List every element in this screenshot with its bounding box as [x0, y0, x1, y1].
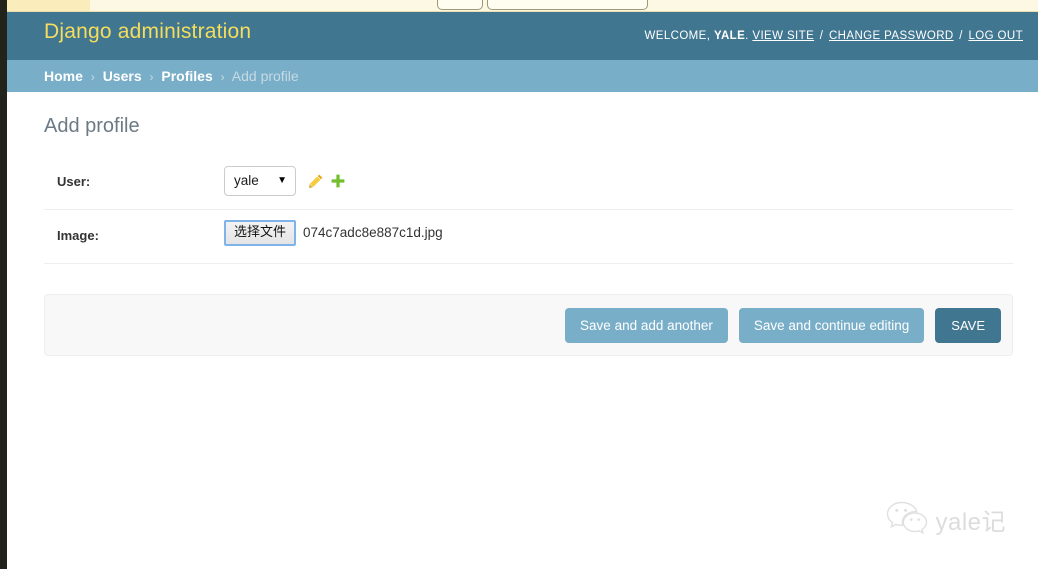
- breadcrumb-item-home[interactable]: Home: [44, 68, 83, 84]
- content-area: Add profile User: yale ▼ Image: 选择文件 074…: [7, 92, 1038, 569]
- user-tools-separator-1: /: [819, 30, 824, 42]
- view-site-link[interactable]: VIEW SITE: [752, 30, 814, 42]
- site-name[interactable]: Django administration: [44, 20, 251, 44]
- add-profile-form: User: yale ▼ Image: 选择文件 074c7adc8e887c1…: [44, 156, 1013, 264]
- related-widget-wrapper: [308, 173, 352, 189]
- welcome-prefix: WELCOME,: [644, 30, 711, 42]
- save-and-add-another-button[interactable]: Save and add another: [565, 308, 728, 343]
- breadcrumb-separator-2: ›: [149, 70, 154, 84]
- user-select-value: yale: [234, 173, 259, 188]
- save-and-continue-editing-button[interactable]: Save and continue editing: [738, 308, 925, 343]
- browser-strip-divider: [7, 11, 1038, 12]
- welcome-period: .: [745, 30, 749, 42]
- user-tools-separator-2: /: [959, 30, 963, 42]
- user-field-label: User:: [57, 174, 91, 189]
- breadcrumb-item-current: Add profile: [231, 68, 299, 84]
- choose-file-button[interactable]: 选择文件: [224, 220, 297, 246]
- edit-pencil-icon[interactable]: [308, 173, 324, 189]
- breadcrumb: Home › Users › Profiles › Add profile: [7, 60, 1038, 92]
- form-row-image: Image: 选择文件 074c7adc8e887c1d.jpg: [44, 210, 1013, 264]
- add-plus-icon[interactable]: [330, 173, 346, 189]
- breadcrumb-separator-3: ›: [220, 70, 225, 84]
- image-field-label: Image:: [57, 228, 99, 243]
- watermark-text: yale记: [935, 509, 1006, 536]
- breadcrumb-separator-1: ›: [90, 70, 95, 84]
- breadcrumb-item-profiles[interactable]: Profiles: [161, 68, 212, 84]
- branding-header: Django administration WELCOME, YALE. VIE…: [7, 12, 1038, 60]
- chevron-down-icon: ▼: [277, 175, 287, 186]
- submit-row: Save and add another Save and continue e…: [44, 294, 1013, 356]
- user-select[interactable]: yale ▼: [224, 166, 296, 196]
- log-out-link[interactable]: LOG OUT: [968, 30, 1023, 42]
- browser-control-small[interactable]: [437, 0, 483, 10]
- page-left-edge: [0, 0, 7, 569]
- form-row-user: User: yale ▼: [44, 156, 1013, 210]
- save-button[interactable]: SAVE: [935, 308, 1001, 343]
- current-username: YALE: [713, 30, 746, 42]
- wechat-icon: [886, 501, 928, 538]
- wechat-watermark: yale记: [886, 501, 1006, 538]
- page-title: Add profile: [44, 115, 140, 137]
- breadcrumb-item-users[interactable]: Users: [103, 68, 142, 84]
- browser-control-wide[interactable]: [487, 0, 648, 10]
- browser-top-strip: [0, 0, 1038, 12]
- selected-file-name: 074c7adc8e887c1d.jpg: [303, 225, 443, 241]
- change-password-link[interactable]: CHANGE PASSWORD: [829, 30, 954, 42]
- user-tools: WELCOME, YALE. VIEW SITE / CHANGE PASSWO…: [645, 30, 1023, 42]
